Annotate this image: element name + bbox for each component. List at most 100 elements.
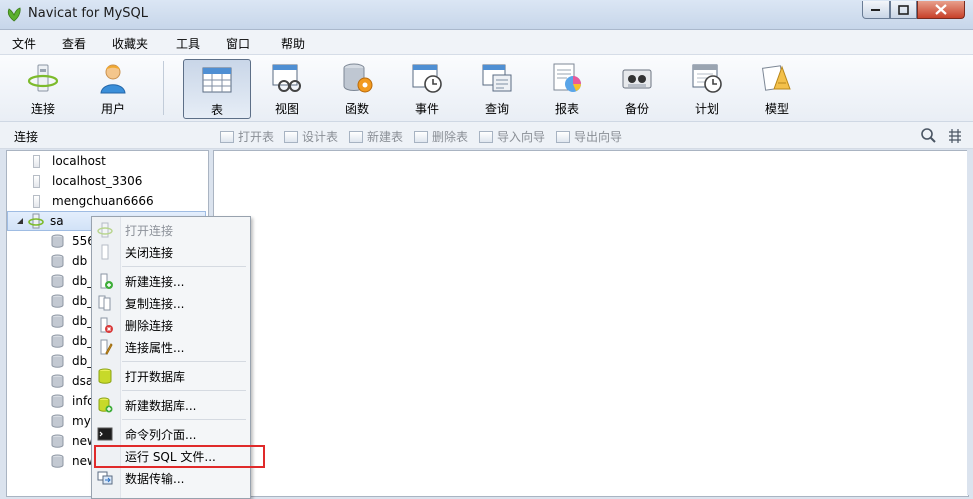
new-connection-icon: [100, 273, 113, 289]
minimize-icon: [871, 8, 880, 11]
toolbar-query-button[interactable]: 查询: [463, 55, 531, 119]
menu-separator: [122, 361, 246, 362]
event-icon: [412, 64, 442, 93]
toolbar-table-button[interactable]: 表: [183, 59, 251, 119]
menu-separator: [122, 266, 246, 267]
open-table-button[interactable]: 打开表: [220, 128, 274, 145]
menu-file[interactable]: 文件: [12, 35, 36, 52]
import-wizard-icon: [479, 130, 493, 143]
console-icon: [97, 427, 113, 441]
main-toolbar: 连接 用户 表 视图 函数 事件 查询 报表 备份 计划 模型: [0, 55, 973, 122]
toolbar-schedule-button[interactable]: 计划: [673, 55, 741, 119]
table-icon: [202, 67, 232, 93]
menu-separator: [122, 390, 246, 391]
menu-command-line-interface[interactable]: 命令列介面...: [92, 423, 250, 445]
maximize-button[interactable]: [890, 1, 917, 19]
database-icon: [51, 254, 64, 268]
new-table-button[interactable]: 新建表: [349, 128, 403, 145]
open-connection-icon: [97, 222, 113, 238]
delete-connection-icon: [100, 317, 113, 333]
toolbar-view-button[interactable]: 视图: [253, 55, 321, 119]
object-list-pane[interactable]: [213, 150, 969, 497]
user-icon: [100, 64, 126, 94]
menu-open-database[interactable]: 打开数据库: [92, 365, 250, 387]
report-icon: [553, 63, 581, 92]
connection-icon: [33, 174, 40, 188]
query-icon: [482, 64, 512, 92]
delete-table-button[interactable]: 删除表: [414, 128, 468, 145]
open-connection-icon: [28, 213, 44, 229]
menu-separator: [122, 419, 246, 420]
close-button[interactable]: [917, 1, 965, 19]
connections-pane-label: 连接: [14, 130, 39, 144]
duplicate-connection-icon: [98, 295, 111, 311]
function-icon: [343, 63, 373, 93]
menu-bar: 文件 查看 收藏夹 工具 窗口 帮助: [0, 30, 973, 55]
menu-favorites[interactable]: 收藏夹: [112, 35, 148, 52]
menu-delete-connection[interactable]: 删除连接: [92, 314, 250, 336]
menu-data-transfer[interactable]: 数据传输...: [92, 467, 250, 489]
tree-connection-localhost[interactable]: localhost: [7, 151, 206, 171]
data-transfer-icon: [97, 471, 113, 485]
delete-table-icon: [414, 130, 428, 143]
close-connection-icon: [101, 244, 109, 260]
database-icon: [51, 334, 64, 348]
toolbar-user-button[interactable]: 用户: [79, 55, 147, 119]
model-icon: [761, 65, 791, 91]
menu-open-connection[interactable]: 打开连接: [92, 219, 250, 241]
export-wizard-icon: [556, 130, 570, 143]
toolbar-connection-button[interactable]: 连接: [9, 55, 77, 119]
tree-connection-mengchuan6666[interactable]: mengchuan6666: [7, 191, 206, 211]
title-bar: Navicat for MySQL: [0, 0, 973, 30]
open-database-icon: [98, 368, 112, 384]
menu-help[interactable]: 帮助: [281, 35, 305, 52]
schedule-icon: [692, 64, 722, 93]
search-icon[interactable]: [920, 127, 937, 144]
menu-connection-properties[interactable]: 连接属性...: [92, 336, 250, 358]
new-table-icon: [349, 130, 363, 143]
export-wizard-button[interactable]: 导出向导: [556, 128, 622, 145]
database-icon: [51, 394, 64, 408]
database-icon: [51, 274, 64, 288]
minimize-button[interactable]: [862, 1, 890, 19]
database-icon: [51, 454, 64, 468]
window-title: Navicat for MySQL: [28, 6, 148, 21]
open-table-icon: [220, 130, 234, 143]
import-wizard-button[interactable]: 导入向导: [479, 128, 545, 145]
expanded-arrow-icon[interactable]: [16, 217, 24, 225]
window-edge: [967, 150, 973, 495]
toolbar-divider: [163, 61, 164, 115]
connection-icon: [27, 64, 59, 92]
toolbar-function-button[interactable]: 函数: [323, 55, 391, 119]
grid-view-icon[interactable]: [947, 128, 963, 144]
menu-tools[interactable]: 工具: [176, 35, 200, 52]
connection-icon: [33, 154, 40, 168]
toolbar-event-button[interactable]: 事件: [393, 55, 461, 119]
database-icon: [51, 414, 64, 428]
database-icon: [51, 294, 64, 308]
database-icon: [51, 234, 64, 248]
toolbar-report-button[interactable]: 报表: [533, 55, 601, 119]
design-table-icon: [284, 130, 298, 143]
database-icon: [51, 374, 64, 388]
database-icon: [51, 314, 64, 328]
database-icon: [51, 354, 64, 368]
menu-new-database[interactable]: 新建数据库...: [92, 394, 250, 416]
connection-properties-icon: [100, 339, 113, 355]
menu-window[interactable]: 窗口: [226, 35, 250, 52]
maximize-icon: [898, 4, 909, 15]
object-toolbar: 连接 打开表 设计表 新建表 删除表 导入向导 导出向导: [0, 122, 973, 149]
close-icon: [935, 4, 947, 15]
toolbar-backup-button[interactable]: 备份: [603, 55, 671, 119]
navicat-logo-icon: [7, 7, 21, 22]
menu-close-connection[interactable]: 关闭连接: [92, 241, 250, 263]
highlight-annotation-box: [94, 445, 265, 468]
toolbar-model-button[interactable]: 模型: [743, 55, 811, 119]
database-icon: [51, 434, 64, 448]
menu-new-connection[interactable]: 新建连接...: [92, 270, 250, 292]
tree-connection-localhost-3306[interactable]: localhost_3306: [7, 171, 206, 191]
design-table-button[interactable]: 设计表: [284, 128, 338, 145]
connection-icon: [33, 194, 40, 208]
menu-view[interactable]: 查看: [62, 35, 86, 52]
menu-duplicate-connection[interactable]: 复制连接...: [92, 292, 250, 314]
